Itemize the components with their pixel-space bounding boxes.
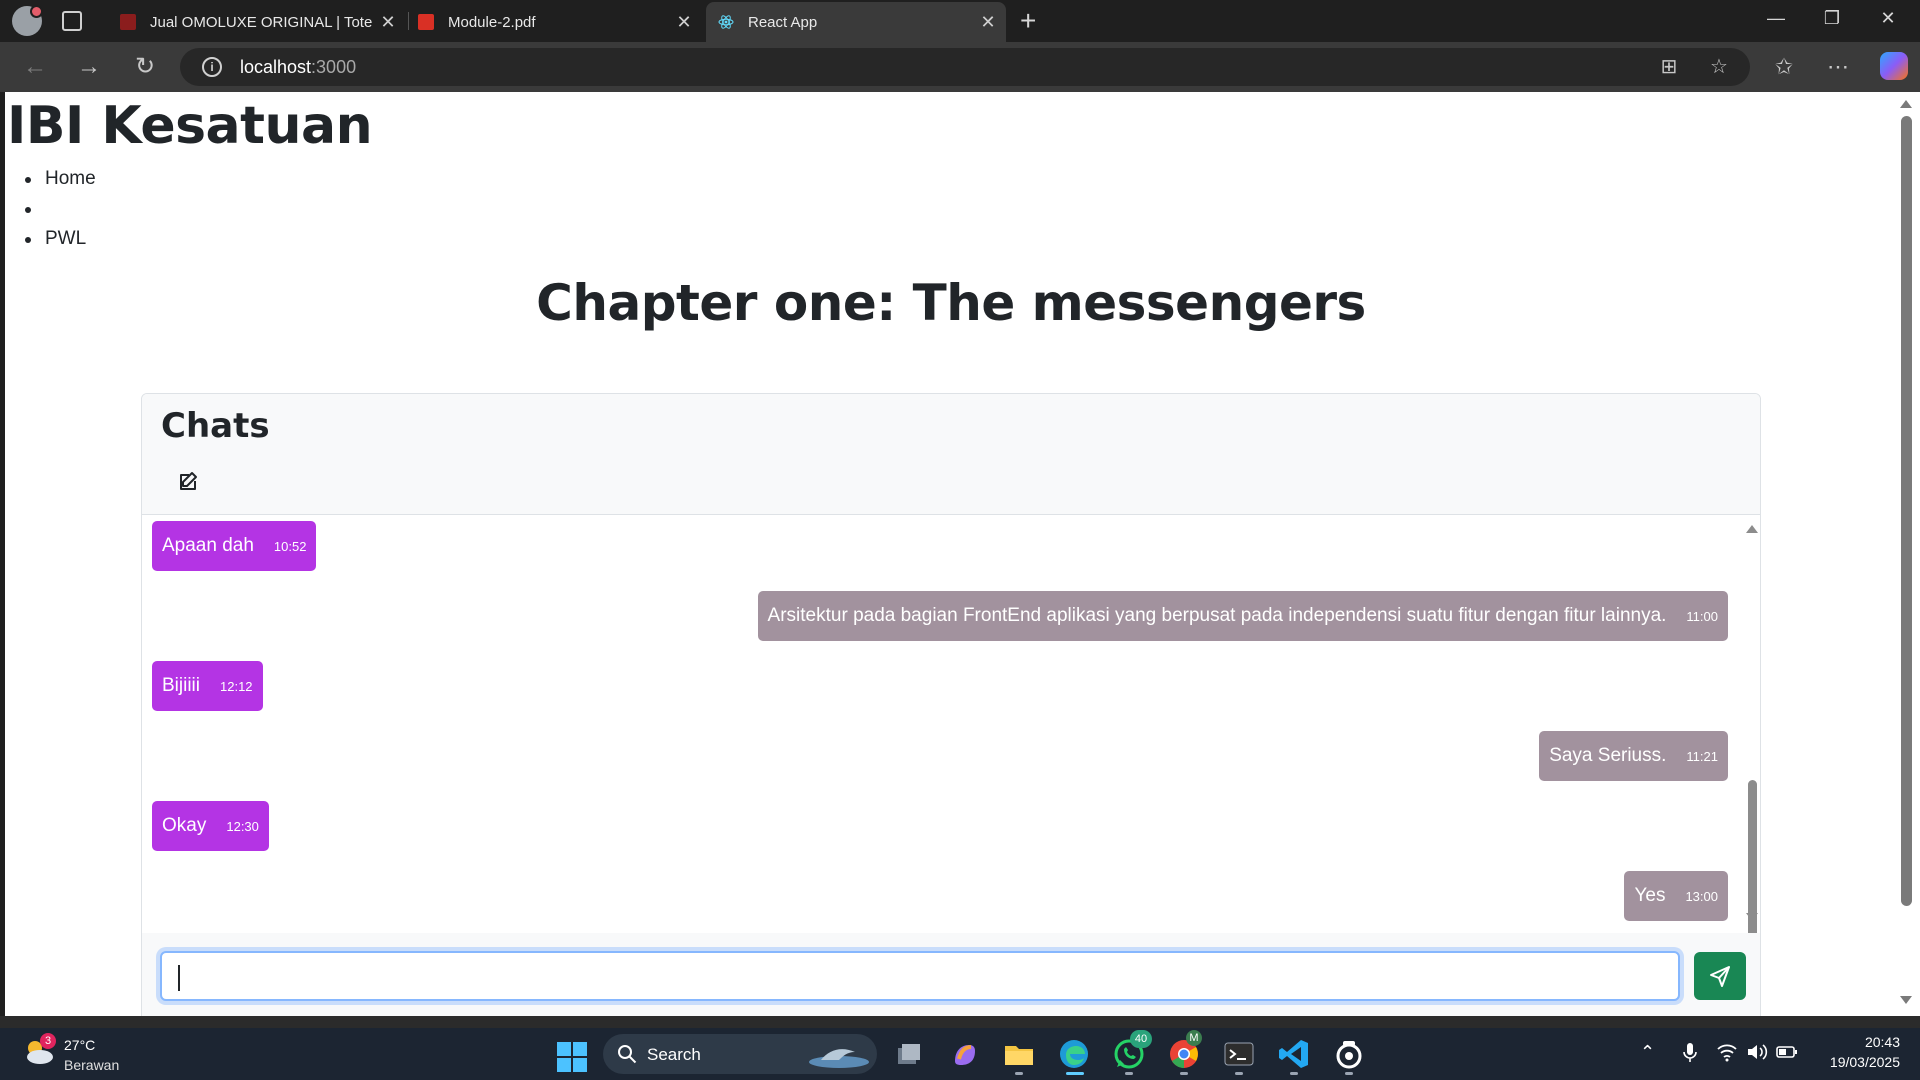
close-window-button[interactable]: ✕ bbox=[1860, 8, 1916, 29]
message-bubble-sent: Arsitektur pada bagian FrontEnd aplikasi… bbox=[757, 591, 1728, 641]
maximize-button[interactable]: ❐ bbox=[1804, 8, 1860, 29]
terminal-icon[interactable] bbox=[1222, 1037, 1256, 1071]
app-available-icon[interactable]: ⊞ bbox=[1658, 56, 1680, 78]
favorite-star-icon[interactable]: ☆ bbox=[1708, 56, 1730, 78]
page-viewport: IBI Kesatuan Home PWL Chapter one: The m… bbox=[5, 92, 1897, 1016]
message-bubble-sent: Yes 13:00 bbox=[1624, 871, 1728, 921]
more-menu-icon[interactable]: ⋯ bbox=[1824, 53, 1852, 81]
text-caret bbox=[178, 965, 180, 991]
running-indicator bbox=[1180, 1072, 1188, 1075]
browser-toolbar: ← → ↻ i localhost:3000 ⊞ ☆ ✩ ⋯ bbox=[0, 42, 1920, 92]
file-explorer-icon[interactable] bbox=[1002, 1037, 1036, 1071]
running-indicator bbox=[1235, 1072, 1243, 1075]
pdf-favicon-icon bbox=[418, 14, 434, 30]
react-favicon-icon bbox=[718, 14, 734, 30]
message-list[interactable]: Apaan dah 10:52 Arsitektur pada bagian F… bbox=[142, 515, 1742, 933]
weather-alert-badge: 3 bbox=[40, 1033, 56, 1049]
send-button[interactable] bbox=[1694, 952, 1746, 1000]
obs-studio-icon[interactable] bbox=[1332, 1037, 1366, 1071]
site-nav: Home PWL bbox=[23, 164, 96, 254]
running-indicator bbox=[1125, 1072, 1133, 1075]
window-bottom-frame bbox=[0, 1016, 1920, 1028]
site-title: IBI Kesatuan bbox=[7, 96, 373, 156]
page-scrollbar-thumb[interactable] bbox=[1901, 116, 1912, 906]
chat-header: Chats bbox=[142, 394, 1760, 515]
clock-time[interactable]: 20:43 bbox=[1860, 1034, 1900, 1050]
compose-icon[interactable] bbox=[172, 466, 204, 498]
tab-react-app[interactable]: React App ✕ bbox=[706, 2, 1006, 42]
chapter-title: Chapter one: The messengers bbox=[536, 274, 1366, 332]
browser-tab-strip: Jual OMOLUXE ORIGINAL | Tote Ba ✕ Module… bbox=[0, 0, 1920, 42]
nav-link-pwl[interactable]: PWL bbox=[23, 224, 96, 254]
reload-icon[interactable]: ↻ bbox=[130, 52, 160, 82]
running-indicator bbox=[1015, 1072, 1023, 1075]
message-input[interactable] bbox=[160, 951, 1680, 1001]
forward-arrow-icon[interactable]: → bbox=[74, 52, 104, 82]
windows-start-icon[interactable] bbox=[557, 1042, 587, 1072]
windows-taskbar: 3 27°C Berawan Search 40 M ⌃ 20:43 19/03… bbox=[0, 1028, 1920, 1080]
edge-browser-icon[interactable] bbox=[1057, 1037, 1091, 1071]
chat-title: Chats bbox=[161, 406, 270, 446]
new-tab-button[interactable]: + bbox=[1020, 5, 1036, 37]
active-app-indicator bbox=[1066, 1072, 1084, 1075]
weather-temperature[interactable]: 27°C bbox=[64, 1037, 95, 1053]
tab-omoluxe[interactable]: Jual OMOLUXE ORIGINAL | Tote Ba ✕ bbox=[108, 2, 406, 42]
tab-actions-icon[interactable] bbox=[62, 11, 82, 31]
clock-date[interactable]: 19/03/2025 bbox=[1816, 1054, 1900, 1070]
message-bubble-received: Bijiiii 12:12 bbox=[152, 661, 263, 711]
search-highlight-bird-icon bbox=[809, 1049, 869, 1068]
address-bar[interactable]: i localhost:3000 ⊞ ☆ bbox=[180, 48, 1750, 86]
message-bubble-received: Okay 12:30 bbox=[152, 801, 269, 851]
weather-description[interactable]: Berawan bbox=[64, 1057, 119, 1073]
tab-close-icon[interactable]: ✕ bbox=[672, 12, 696, 33]
microphone-icon[interactable] bbox=[1682, 1042, 1698, 1069]
profile-avatar-icon[interactable] bbox=[12, 5, 43, 36]
minimize-button[interactable]: — bbox=[1748, 8, 1804, 29]
battery-icon[interactable] bbox=[1776, 1042, 1798, 1067]
tab-module-pdf[interactable]: Module-2.pdf ✕ bbox=[412, 2, 702, 42]
running-indicator bbox=[1345, 1072, 1353, 1075]
back-arrow-icon[interactable]: ← bbox=[20, 52, 50, 82]
scroll-down-arrow-icon[interactable] bbox=[1746, 913, 1758, 921]
copilot-icon[interactable] bbox=[1880, 52, 1908, 80]
chat-card: Chats Apaan dah 10:52 Arsitektur pada ba… bbox=[141, 393, 1761, 1016]
volume-icon[interactable] bbox=[1746, 1042, 1768, 1067]
tab-separator bbox=[408, 12, 409, 30]
scroll-up-arrow-icon[interactable] bbox=[1746, 525, 1758, 533]
nav-link-empty[interactable] bbox=[23, 194, 96, 224]
taskbar-search[interactable]: Search bbox=[603, 1034, 877, 1074]
show-hidden-icons-icon[interactable]: ⌃ bbox=[1640, 1042, 1655, 1063]
running-indicator bbox=[1290, 1072, 1298, 1075]
site-info-icon[interactable]: i bbox=[202, 57, 222, 77]
tab-close-icon[interactable]: ✕ bbox=[976, 12, 1000, 33]
shop-favicon-icon bbox=[120, 14, 136, 30]
search-icon bbox=[618, 1045, 637, 1064]
message-bubble-received: Apaan dah 10:52 bbox=[152, 521, 317, 571]
vscode-icon[interactable] bbox=[1277, 1037, 1311, 1071]
favorites-icon[interactable]: ✩ bbox=[1770, 53, 1798, 81]
send-icon bbox=[1710, 966, 1730, 987]
page-scroll-down-icon[interactable] bbox=[1900, 996, 1912, 1004]
page-scroll-up-icon[interactable] bbox=[1900, 100, 1912, 108]
message-bubble-sent: Saya Seriuss. 11:21 bbox=[1539, 731, 1728, 781]
nav-link-home[interactable]: Home bbox=[23, 164, 96, 194]
chat-footer bbox=[142, 933, 1760, 1016]
chrome-profile-badge: M bbox=[1186, 1030, 1202, 1046]
copilot-app-icon[interactable] bbox=[947, 1037, 981, 1071]
url-text[interactable]: localhost:3000 bbox=[240, 57, 356, 78]
tab-close-icon[interactable]: ✕ bbox=[376, 12, 400, 33]
whatsapp-unread-badge: 40 bbox=[1130, 1030, 1152, 1048]
task-view-icon[interactable] bbox=[892, 1037, 926, 1071]
wifi-icon[interactable] bbox=[1716, 1042, 1738, 1067]
